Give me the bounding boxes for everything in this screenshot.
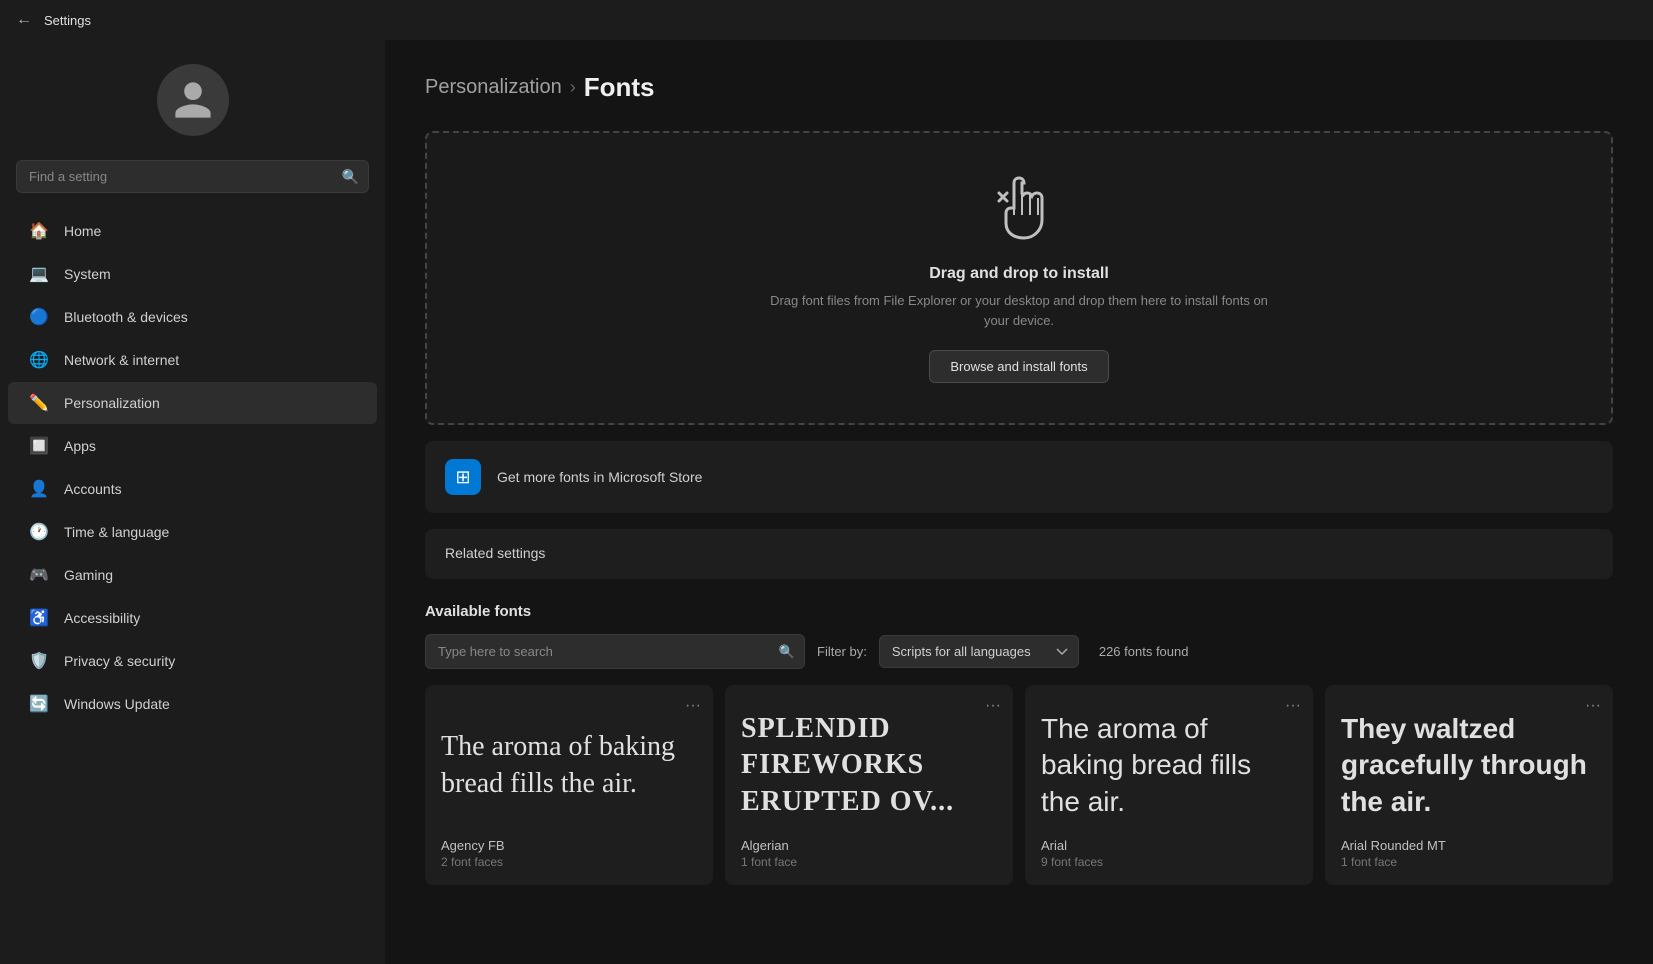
font-card-menu[interactable]: ··· <box>685 697 701 715</box>
sidebar-item-bluetooth[interactable]: 🔵 Bluetooth & devices <box>8 296 377 338</box>
drag-drop-description: Drag font files from File Explorer or yo… <box>769 291 1269 330</box>
nav-icon-personalization: ✏️ <box>28 392 50 414</box>
avatar[interactable] <box>157 64 229 136</box>
sidebar-item-apps[interactable]: 🔲 Apps <box>8 425 377 467</box>
font-card-menu[interactable]: ··· <box>1585 697 1601 715</box>
nav-icon-network: 🌐 <box>28 349 50 371</box>
nav-label-windows-update: Windows Update <box>64 696 170 712</box>
ms-store-label: Get more fonts in Microsoft Store <box>497 469 702 485</box>
titlebar-title: Settings <box>44 13 91 28</box>
search-input[interactable] <box>16 160 369 193</box>
nav-label-system: System <box>64 266 111 282</box>
font-card-name: Algerian <box>741 838 997 853</box>
related-settings-title: Related settings <box>445 545 545 561</box>
main-layout: 🔍 🏠 Home 💻 System 🔵 Bluetooth & devices … <box>0 40 1653 964</box>
nav-label-personalization: Personalization <box>64 395 160 411</box>
font-card-name: Agency FB <box>441 838 697 853</box>
sidebar-nav: 🏠 Home 💻 System 🔵 Bluetooth & devices 🌐 … <box>0 209 385 726</box>
sidebar-item-accessibility[interactable]: ♿ Accessibility <box>8 597 377 639</box>
drag-drop-title: Drag and drop to install <box>929 265 1109 283</box>
browse-and-install-button[interactable]: Browse and install fonts <box>929 350 1108 383</box>
user-icon <box>171 78 215 122</box>
related-settings: Related settings <box>425 529 1613 579</box>
nav-icon-accessibility: ♿ <box>28 607 50 629</box>
nav-icon-gaming: 🎮 <box>28 564 50 586</box>
nav-label-apps: Apps <box>64 438 96 454</box>
nav-label-privacy: Privacy & security <box>64 653 175 669</box>
titlebar: ← Settings <box>0 0 1653 40</box>
sidebar-item-windows-update[interactable]: 🔄 Windows Update <box>8 683 377 725</box>
breadcrumb: Personalization › Fonts <box>425 72 1613 103</box>
font-card[interactable]: ··· The aroma of baking bread fills the … <box>1025 685 1313 885</box>
font-card-preview: The aroma of baking bread fills the air. <box>1041 705 1297 838</box>
font-search-icon: 🔍 <box>779 644 795 660</box>
nav-icon-accounts: 👤 <box>28 478 50 500</box>
ms-store-row[interactable]: ⊞ Get more fonts in Microsoft Store <box>425 441 1613 513</box>
font-card-preview: The aroma of baking bread fills the air. <box>441 705 697 838</box>
sidebar-search: 🔍 <box>16 160 369 193</box>
fonts-count: 226 fonts found <box>1099 644 1189 659</box>
font-card-preview: SPLENDID FIREWORKS ERUPTED OV... <box>741 705 997 838</box>
breadcrumb-current: Fonts <box>584 72 655 103</box>
available-fonts-title: Available fonts <box>425 603 1613 620</box>
content-area: Personalization › Fonts Drag and drop to… <box>385 40 1653 964</box>
font-card-faces: 1 font face <box>741 855 997 869</box>
font-card-preview: They waltzed gracefully through the air. <box>1341 705 1597 838</box>
nav-label-accessibility: Accessibility <box>64 610 140 626</box>
font-card[interactable]: ··· They waltzed gracefully through the … <box>1325 685 1613 885</box>
font-search-input[interactable] <box>425 634 805 669</box>
back-button[interactable]: ← <box>16 11 32 29</box>
nav-icon-windows-update: 🔄 <box>28 693 50 715</box>
available-fonts-section: Available fonts 🔍 Filter by: Scripts for… <box>425 603 1613 885</box>
font-card[interactable]: ··· The aroma of baking bread fills the … <box>425 685 713 885</box>
nav-label-time: Time & language <box>64 524 169 540</box>
font-cards-grid: ··· The aroma of baking bread fills the … <box>425 685 1613 885</box>
drag-drop-area[interactable]: Drag and drop to install Drag font files… <box>425 131 1613 425</box>
ms-store-icon: ⊞ <box>445 459 481 495</box>
font-card-faces: 9 font faces <box>1041 855 1297 869</box>
font-card[interactable]: ··· SPLENDID FIREWORKS ERUPTED OV... Alg… <box>725 685 1013 885</box>
search-icon: 🔍 <box>342 168 359 185</box>
nav-icon-system: 💻 <box>28 263 50 285</box>
sidebar-item-network[interactable]: 🌐 Network & internet <box>8 339 377 381</box>
font-card-faces: 1 font face <box>1341 855 1597 869</box>
font-card-name: Arial <box>1041 838 1297 853</box>
nav-label-bluetooth: Bluetooth & devices <box>64 309 188 325</box>
sidebar-item-time[interactable]: 🕐 Time & language <box>8 511 377 553</box>
sidebar-item-accounts[interactable]: 👤 Accounts <box>8 468 377 510</box>
nav-icon-apps: 🔲 <box>28 435 50 457</box>
font-card-menu[interactable]: ··· <box>1285 697 1301 715</box>
sidebar-item-gaming[interactable]: 🎮 Gaming <box>8 554 377 596</box>
breadcrumb-parent[interactable]: Personalization <box>425 76 562 99</box>
breadcrumb-separator: › <box>570 77 576 98</box>
font-search-box: 🔍 <box>425 634 805 669</box>
nav-label-network: Network & internet <box>64 352 179 368</box>
nav-label-gaming: Gaming <box>64 567 113 583</box>
nav-icon-bluetooth: 🔵 <box>28 306 50 328</box>
nav-icon-home: 🏠 <box>28 220 50 242</box>
nav-label-home: Home <box>64 223 101 239</box>
filter-by-label: Filter by: <box>817 644 867 659</box>
sidebar-item-system[interactable]: 💻 System <box>8 253 377 295</box>
font-card-name: Arial Rounded MT <box>1341 838 1597 853</box>
nav-icon-privacy: 🛡️ <box>28 650 50 672</box>
fonts-search-row: 🔍 Filter by: Scripts for all languages L… <box>425 634 1613 669</box>
nav-icon-time: 🕐 <box>28 521 50 543</box>
sidebar-item-home[interactable]: 🏠 Home <box>8 210 377 252</box>
font-card-menu[interactable]: ··· <box>985 697 1001 715</box>
sidebar-item-privacy[interactable]: 🛡️ Privacy & security <box>8 640 377 682</box>
drag-drop-icon <box>979 173 1059 253</box>
sidebar: 🔍 🏠 Home 💻 System 🔵 Bluetooth & devices … <box>0 40 385 964</box>
filter-select[interactable]: Scripts for all languages Latin Cyrillic… <box>879 635 1079 668</box>
sidebar-item-personalization[interactable]: ✏️ Personalization <box>8 382 377 424</box>
nav-label-accounts: Accounts <box>64 481 122 497</box>
font-card-faces: 2 font faces <box>441 855 697 869</box>
